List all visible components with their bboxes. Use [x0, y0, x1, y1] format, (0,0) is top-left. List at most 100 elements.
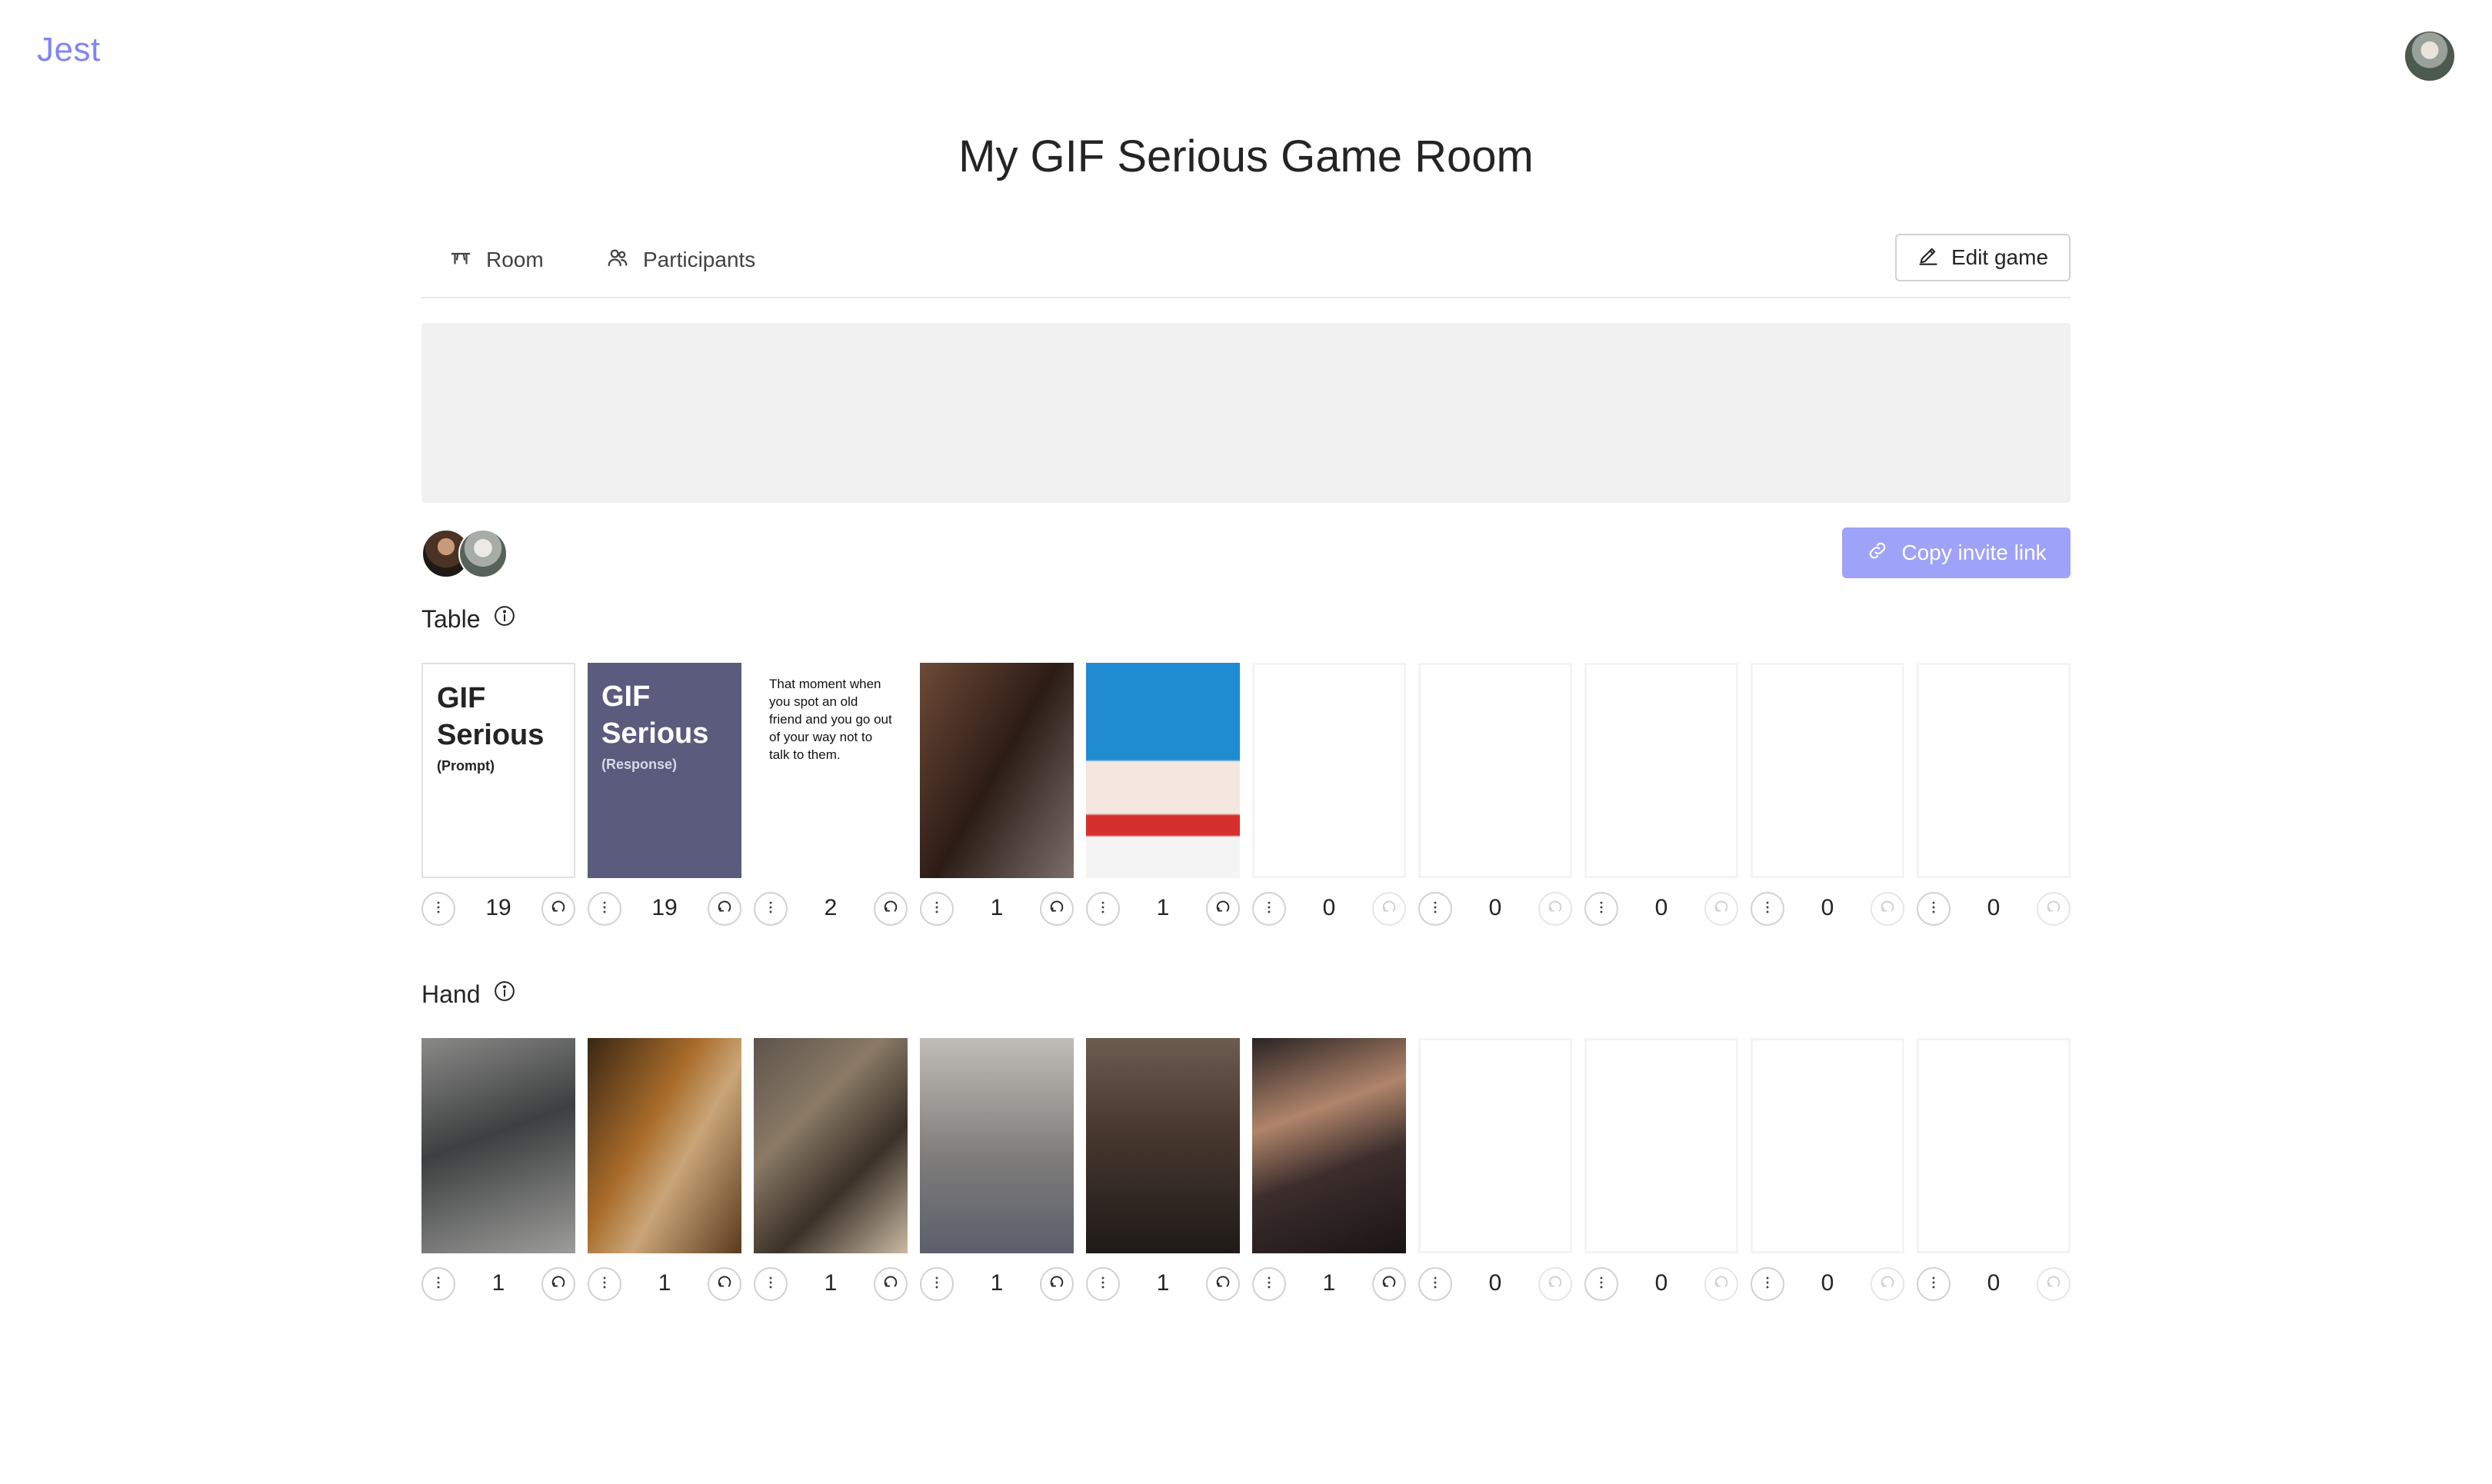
gif-card[interactable] [920, 663, 1074, 878]
more-vertical-icon [1094, 899, 1111, 920]
table-label-text: Table [421, 604, 481, 633]
more-options-button[interactable] [588, 892, 621, 926]
refresh-icon [1879, 899, 1896, 920]
card-count: 0 [1322, 895, 1336, 920]
card-controls: 1 [1086, 1267, 1240, 1301]
refresh-button[interactable] [1704, 892, 1738, 926]
refresh-icon [550, 1274, 567, 1295]
more-options-button[interactable] [1917, 1267, 1951, 1301]
card-controls: 0 [1584, 1267, 1738, 1301]
refresh-button[interactable] [1871, 892, 1904, 926]
info-icon[interactable] [493, 604, 516, 634]
response-card[interactable]: GIF Serious (Response) [588, 663, 741, 878]
copy-invite-link-button[interactable]: Copy invite link [1842, 527, 2071, 578]
card-count: 0 [1488, 1270, 1502, 1296]
refresh-icon [1381, 1274, 1398, 1295]
info-icon[interactable] [493, 980, 516, 1009]
empty-card-slot [1252, 663, 1406, 878]
refresh-button[interactable] [1538, 1267, 1572, 1301]
app-brand[interactable]: Jest [37, 31, 101, 69]
more-options-button[interactable] [920, 892, 954, 926]
tab-bar: Room Participants Edit game [421, 231, 2071, 298]
gif-card[interactable] [920, 1038, 1074, 1253]
more-options-button[interactable] [1418, 892, 1452, 926]
more-options-button[interactable] [1584, 892, 1618, 926]
more-options-button[interactable] [1418, 1267, 1452, 1301]
refresh-button[interactable] [1206, 892, 1240, 926]
card-controls: 0 [1252, 892, 1406, 926]
copy-invite-label: Copy invite link [1901, 541, 2047, 564]
card-count: 0 [1654, 1270, 1668, 1296]
more-options-button[interactable] [421, 892, 455, 926]
refresh-button[interactable] [1040, 1267, 1074, 1301]
more-vertical-icon [596, 1274, 613, 1295]
card-count: 1 [1322, 1270, 1336, 1296]
refresh-button[interactable] [1704, 1267, 1738, 1301]
more-options-button[interactable] [920, 1267, 954, 1301]
more-options-button[interactable] [1751, 892, 1784, 926]
more-options-button[interactable] [1252, 892, 1286, 926]
gif-card[interactable] [421, 1038, 575, 1253]
refresh-button[interactable] [1372, 892, 1406, 926]
refresh-button[interactable] [708, 1267, 741, 1301]
card-controls: 0 [1584, 892, 1738, 926]
card-count: 0 [1654, 895, 1668, 920]
card-count: 19 [651, 895, 678, 920]
more-vertical-icon [1427, 1274, 1444, 1295]
pencil-icon [1917, 245, 1939, 271]
refresh-button[interactable] [541, 892, 575, 926]
more-options-button[interactable] [1751, 1267, 1784, 1301]
gif-card[interactable] [754, 1038, 908, 1253]
more-vertical-icon [1925, 899, 1942, 920]
card-count: 1 [491, 1270, 505, 1296]
card-slot: 0 [1418, 1038, 1572, 1301]
more-options-button[interactable] [421, 1267, 455, 1301]
refresh-button[interactable] [708, 892, 741, 926]
refresh-button[interactable] [1040, 892, 1074, 926]
refresh-button[interactable] [1871, 1267, 1904, 1301]
card-count: 1 [824, 1270, 838, 1296]
more-options-button[interactable] [754, 892, 788, 926]
card-controls: 19 [421, 892, 575, 926]
more-options-button[interactable] [1086, 892, 1120, 926]
more-vertical-icon [1759, 899, 1776, 920]
participant-avatars[interactable] [421, 529, 529, 578]
tab-room[interactable]: Room [449, 245, 544, 275]
refresh-button[interactable] [1538, 892, 1572, 926]
card-subtitle: (Response) [601, 757, 678, 772]
gif-card[interactable] [1252, 1038, 1406, 1253]
card-slot: 1 [1252, 1038, 1406, 1301]
more-options-button[interactable] [754, 1267, 788, 1301]
refresh-icon [550, 899, 567, 920]
prompt-card[interactable]: GIF Serious (Prompt) [421, 663, 575, 878]
card-count: 19 [485, 895, 511, 920]
hand-cards: 1 1 1 1 1 1 0 0 0 0 [421, 1038, 2071, 1315]
gif-card[interactable] [1086, 1038, 1240, 1253]
refresh-button[interactable] [2037, 1267, 2071, 1301]
text-card[interactable]: That moment when you spot an old friend … [754, 663, 908, 878]
refresh-icon [1381, 899, 1398, 920]
refresh-button[interactable] [1206, 1267, 1240, 1301]
refresh-button[interactable] [874, 892, 908, 926]
refresh-button[interactable] [2037, 892, 2071, 926]
tab-room-label: Room [486, 248, 544, 271]
card-subtitle: (Prompt) [437, 758, 495, 774]
refresh-button[interactable] [541, 1267, 575, 1301]
card-title-line: GIF [437, 682, 486, 714]
gif-card[interactable] [588, 1038, 741, 1253]
user-avatar[interactable] [2405, 32, 2454, 81]
edit-game-button[interactable]: Edit game [1895, 234, 2071, 281]
more-options-button[interactable] [1252, 1267, 1286, 1301]
refresh-button[interactable] [874, 1267, 908, 1301]
card-slot: 1 [920, 663, 1074, 926]
more-options-button[interactable] [1086, 1267, 1120, 1301]
refresh-button[interactable] [1372, 1267, 1406, 1301]
gif-card[interactable] [1086, 663, 1240, 878]
table-icon [449, 246, 472, 275]
card-controls: 0 [1917, 892, 2071, 926]
more-options-button[interactable] [1584, 1267, 1618, 1301]
more-options-button[interactable] [1917, 892, 1951, 926]
avatar[interactable] [458, 529, 508, 578]
tab-participants[interactable]: Participants [606, 245, 755, 275]
more-options-button[interactable] [588, 1267, 621, 1301]
